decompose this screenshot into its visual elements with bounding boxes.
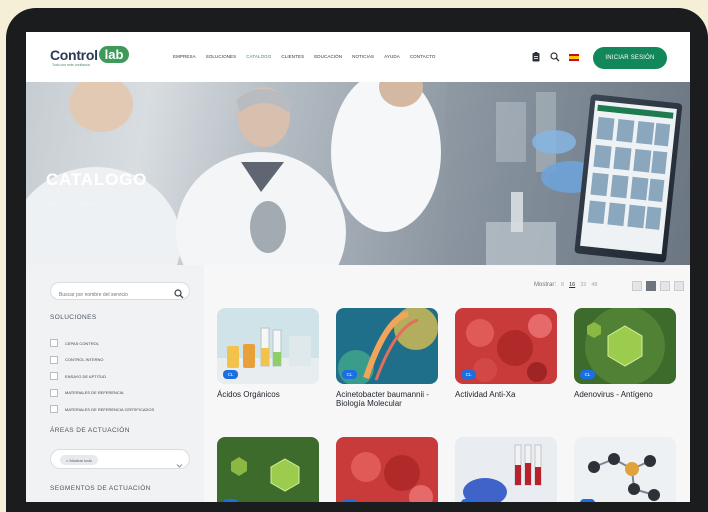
product-image[interactable]: CL (574, 308, 676, 384)
product-title[interactable]: Actividad Anti-Xa (455, 390, 557, 399)
service-search (50, 282, 190, 303)
breadcrumb-home[interactable]: Home (46, 202, 59, 208)
product-card[interactable]: CL Acinetobacter baumannii - Biología Mo… (336, 308, 438, 408)
areas-heading: ÁREAS DE ACTUACIÓN (50, 427, 130, 434)
show-option-8[interactable]: 8 (561, 282, 564, 288)
product-badge: CL (461, 499, 476, 502)
product-card[interactable]: CL (455, 437, 557, 502)
checkbox[interactable] (50, 339, 58, 348)
product-card[interactable]: CL (574, 437, 676, 502)
show-option-48[interactable]: 48 (591, 282, 597, 288)
breadcrumb: Home › Catalogo (46, 202, 95, 208)
filter-materiales-certificados[interactable]: MATERIALES DE REFERENCIA CERTIFICADOS (50, 401, 154, 418)
filter-sidebar: SOLUCIONES CEPAS CONTROL CONTROL INTERNO… (26, 265, 204, 502)
view-list-icon[interactable] (632, 281, 642, 291)
clipboard-icon[interactable] (530, 51, 542, 63)
view-grid-small-icon[interactable] (674, 281, 684, 291)
logo-tagline: Todo con más confianza (52, 63, 90, 67)
nav-clientes[interactable]: CLIENTES (281, 54, 304, 59)
show-label: Mostrar: (534, 282, 557, 288)
product-badge: CL (223, 370, 238, 379)
product-image[interactable]: CL (336, 437, 438, 502)
product-badge: CL (223, 499, 238, 502)
solutions-heading: SOLUCIONES (50, 314, 97, 321)
product-image[interactable]: CL (455, 308, 557, 384)
product-badge: CL (580, 370, 595, 379)
view-switcher (632, 281, 684, 291)
product-title[interactable]: Adenovirus - Antígeno (574, 390, 676, 399)
breadcrumb-current: Catalogo (75, 202, 96, 208)
product-image[interactable]: CL (336, 308, 438, 384)
filter-control-interno[interactable]: CONTROL INTERNO (50, 352, 154, 369)
site-logo[interactable]: Control lab (50, 46, 130, 63)
view-grid-medium-icon[interactable] (660, 281, 670, 291)
product-image[interactable]: CL (217, 437, 319, 502)
areas-select[interactable]: × Mostrar todo (50, 449, 190, 469)
product-title[interactable]: Acinetobacter baumannii - Biología Molec… (336, 390, 438, 408)
product-badge: CL (342, 370, 357, 379)
product-image[interactable]: CL (455, 437, 557, 502)
nav-educacion[interactable]: EDUCACIÓN (314, 54, 342, 59)
nav-contacto[interactable]: CONTACTO (410, 54, 436, 59)
nav-noticias[interactable]: NOTICIAS (352, 54, 374, 59)
view-grid-large-icon[interactable] (646, 281, 656, 291)
product-image[interactable]: CL (217, 308, 319, 384)
filter-materiales-referencia[interactable]: MATERIALES DE REFERENCIA (50, 385, 154, 402)
search-icon[interactable] (549, 51, 561, 63)
product-card[interactable]: CL (336, 437, 438, 502)
product-card[interactable]: CL Adenovirus - Antígeno (574, 308, 676, 399)
nav-soluciones[interactable]: SOLUCIONES (206, 54, 237, 59)
checkbox[interactable] (50, 372, 58, 381)
show-option-32[interactable]: 32 (580, 282, 586, 288)
logo-word: Control (50, 46, 98, 63)
logo-pill: lab (98, 46, 130, 63)
browser-screen: Control lab Todo con más confianza EMPRE… (26, 32, 690, 502)
product-card[interactable]: CL Ácidos Orgánicos (217, 308, 319, 399)
solutions-list: CEPAS CONTROL CONTROL INTERNO ENSAYO DE … (50, 335, 154, 418)
site-header: Control lab Todo con más confianza EMPRE… (26, 32, 690, 82)
segments-heading: SEGMENTOS DE ACTUACIÓN (50, 485, 151, 492)
catalog-main: Mostrar: 8 16 32 48 CL Ácidos Orgánicos … (204, 265, 690, 502)
product-badge: CL (461, 370, 476, 379)
product-card[interactable]: CL (217, 437, 319, 502)
show-option-16[interactable]: 16 (569, 282, 575, 288)
nav-catalogo[interactable]: CATALOGO (246, 54, 271, 59)
nav-ayuda[interactable]: AYUDA (384, 54, 400, 59)
search-input[interactable] (59, 287, 169, 303)
checkbox[interactable] (50, 405, 58, 414)
language-flag-icon[interactable] (568, 51, 580, 63)
nav-empresa[interactable]: EMPRESA (173, 54, 196, 59)
product-badge: CL (580, 499, 595, 502)
search-icon[interactable] (174, 286, 184, 304)
main-nav: EMPRESA SOLUCIONES CATALOGO CLIENTES EDU… (173, 54, 435, 59)
page-title: CATALOGO (46, 170, 148, 189)
breadcrumb-separator: › (66, 202, 69, 208)
checkbox[interactable] (50, 355, 58, 364)
checkbox[interactable] (50, 388, 58, 397)
product-title[interactable]: Ácidos Orgánicos (217, 390, 319, 399)
hero-banner: CATALOGO Home › Catalogo (26, 82, 690, 265)
chevron-down-icon (176, 456, 183, 474)
page-size-selector: Mostrar: 8 16 32 48 (534, 282, 597, 288)
header-actions (530, 51, 580, 63)
filter-cepas-control[interactable]: CEPAS CONTROL (50, 335, 154, 352)
product-badge: CL (342, 499, 357, 502)
login-button[interactable]: INICIAR SESIÓN (593, 47, 667, 69)
product-card[interactable]: CL Actividad Anti-Xa (455, 308, 557, 399)
areas-tag[interactable]: × Mostrar todo (60, 455, 98, 465)
filter-ensayo-aptitud[interactable]: ENSAYO DE APTITUD (50, 368, 154, 385)
product-image[interactable]: CL (574, 437, 676, 502)
